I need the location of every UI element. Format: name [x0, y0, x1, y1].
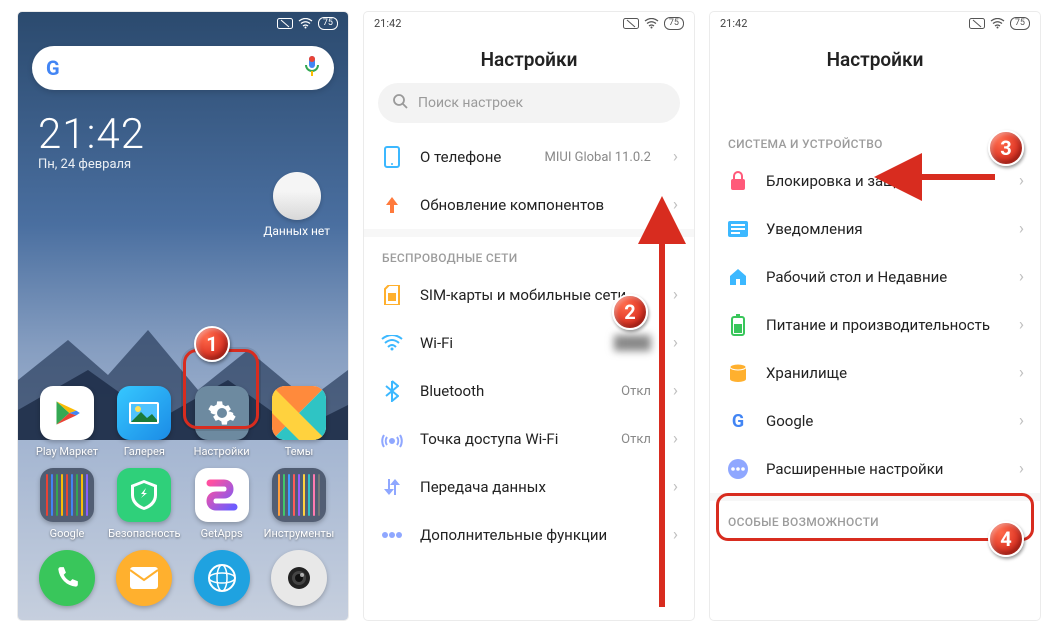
mic-icon[interactable]: [304, 55, 320, 81]
section-wireless: БЕСПРОВОДНЫЕ СЕТИ: [364, 237, 694, 271]
dock-phone[interactable]: [32, 550, 102, 606]
weather-widget[interactable]: Данных нет: [263, 172, 330, 238]
dnd-icon: [277, 18, 293, 29]
battery-icon: 75: [1010, 17, 1030, 30]
clock-time: 21:42: [38, 110, 348, 159]
app-security[interactable]: Безопасность: [109, 468, 179, 540]
weather-icon: [273, 172, 321, 220]
screen-home: 75 G 21:42 Пн, 24 февраля Данных нет: [18, 12, 348, 620]
status-bar: 21:42 75: [364, 12, 694, 34]
phone-icon: [380, 145, 404, 169]
clock-date: Пн, 24 февраля: [38, 157, 348, 172]
item-lock[interactable]: Блокировка и защита ›: [710, 157, 1040, 205]
bluetooth-icon: [380, 379, 404, 403]
settings-search[interactable]: Поиск настроек: [378, 83, 680, 123]
app-grid: Play Маркет Галерея Настройки: [18, 376, 348, 620]
update-icon: [380, 193, 404, 217]
wifi-icon: [644, 18, 659, 29]
item-update-components[interactable]: Обновление компонентов ›: [364, 181, 694, 229]
badge-4: 4: [988, 521, 1024, 557]
hotspot-icon: [380, 427, 404, 451]
chevron-right-icon: ›: [673, 477, 678, 497]
battery-icon: 75: [664, 17, 684, 30]
sim-icon: [380, 283, 404, 307]
badge-3: 3: [988, 130, 1024, 166]
chevron-right-icon: ›: [673, 285, 678, 305]
badge-1: 1: [194, 326, 230, 362]
chevron-right-icon: ›: [1019, 459, 1024, 479]
more-icon: [726, 457, 750, 481]
page-title: Настройки: [710, 48, 1040, 71]
chevron-right-icon: ›: [1019, 363, 1024, 383]
app-getapps[interactable]: GetApps: [187, 468, 257, 540]
battery-large-icon: [726, 313, 750, 337]
status-bar: 75: [18, 12, 348, 34]
item-more[interactable]: Дополнительные функции ›: [364, 511, 694, 559]
item-notifications[interactable]: Уведомления ›: [710, 205, 1040, 253]
app-settings[interactable]: Настройки: [187, 386, 257, 458]
wifi-icon: [380, 331, 404, 355]
status-time: 21:42: [374, 17, 401, 30]
dock-camera[interactable]: [264, 550, 334, 606]
more-icon: [380, 523, 404, 547]
home-icon: [726, 265, 750, 289]
wifi-icon: [990, 18, 1005, 29]
screen-settings-1: 21:42 75 Настройки Поиск настроек О теле…: [364, 12, 694, 620]
lock-icon: [726, 169, 750, 193]
clock-widget[interactable]: 21:42 Пн, 24 февраля: [38, 110, 348, 172]
item-about-phone[interactable]: О телефоне MIUI Global 11.0.2 ›: [364, 133, 694, 181]
app-play-market[interactable]: Play Маркет: [32, 386, 102, 458]
app-gallery[interactable]: Галерея: [109, 386, 179, 458]
item-data[interactable]: Передача данных ›: [364, 463, 694, 511]
item-bluetooth[interactable]: Bluetooth Откл ›: [364, 367, 694, 415]
google-icon: G: [726, 409, 750, 433]
folder-tools[interactable]: Инструменты: [264, 468, 334, 540]
app-themes[interactable]: Темы: [264, 386, 334, 458]
weather-label: Данных нет: [263, 224, 330, 238]
item-hotspot[interactable]: Точка доступа Wi-Fi Откл ›: [364, 415, 694, 463]
chevron-right-icon: ›: [673, 147, 678, 167]
dnd-icon: [623, 18, 639, 29]
battery-icon: 75: [318, 17, 338, 30]
google-search-bar[interactable]: G: [32, 46, 334, 90]
search-icon: [392, 93, 408, 113]
item-storage[interactable]: Хранилище ›: [710, 349, 1040, 397]
page-title: Настройки: [364, 48, 694, 71]
item-google[interactable]: G Google ›: [710, 397, 1040, 445]
chevron-right-icon: ›: [673, 333, 678, 353]
google-logo-icon: G: [46, 56, 60, 80]
folder-google[interactable]: Google: [32, 468, 102, 540]
chevron-right-icon: ›: [673, 429, 678, 449]
item-advanced[interactable]: Расширенные настройки ›: [710, 445, 1040, 493]
wifi-icon: [298, 18, 313, 29]
chevron-right-icon: ›: [673, 195, 678, 215]
chevron-right-icon: ›: [1019, 411, 1024, 431]
notifications-icon: [726, 217, 750, 241]
chevron-right-icon: ›: [673, 381, 678, 401]
data-icon: [380, 475, 404, 499]
badge-2: 2: [612, 294, 648, 330]
item-power[interactable]: Питание и производительность ›: [710, 301, 1040, 349]
search-placeholder: Поиск настроек: [418, 95, 523, 111]
chevron-right-icon: ›: [673, 525, 678, 545]
chevron-right-icon: ›: [1019, 315, 1024, 335]
status-time: 21:42: [720, 17, 747, 30]
item-wifi[interactable]: Wi-Fi ████ ›: [364, 319, 694, 367]
chevron-right-icon: ›: [1019, 171, 1024, 191]
status-bar: 21:42 75: [710, 12, 1040, 34]
item-desktop[interactable]: Рабочий стол и Недавние ›: [710, 253, 1040, 301]
screen-settings-2: 21:42 75 Настройки СИСТЕМА И УСТРОЙСТВО …: [710, 12, 1040, 620]
dock-messages[interactable]: [109, 550, 179, 606]
chevron-right-icon: ›: [1019, 267, 1024, 287]
dock-browser[interactable]: [187, 550, 257, 606]
dnd-icon: [969, 18, 985, 29]
storage-icon: [726, 361, 750, 385]
chevron-right-icon: ›: [1019, 219, 1024, 239]
